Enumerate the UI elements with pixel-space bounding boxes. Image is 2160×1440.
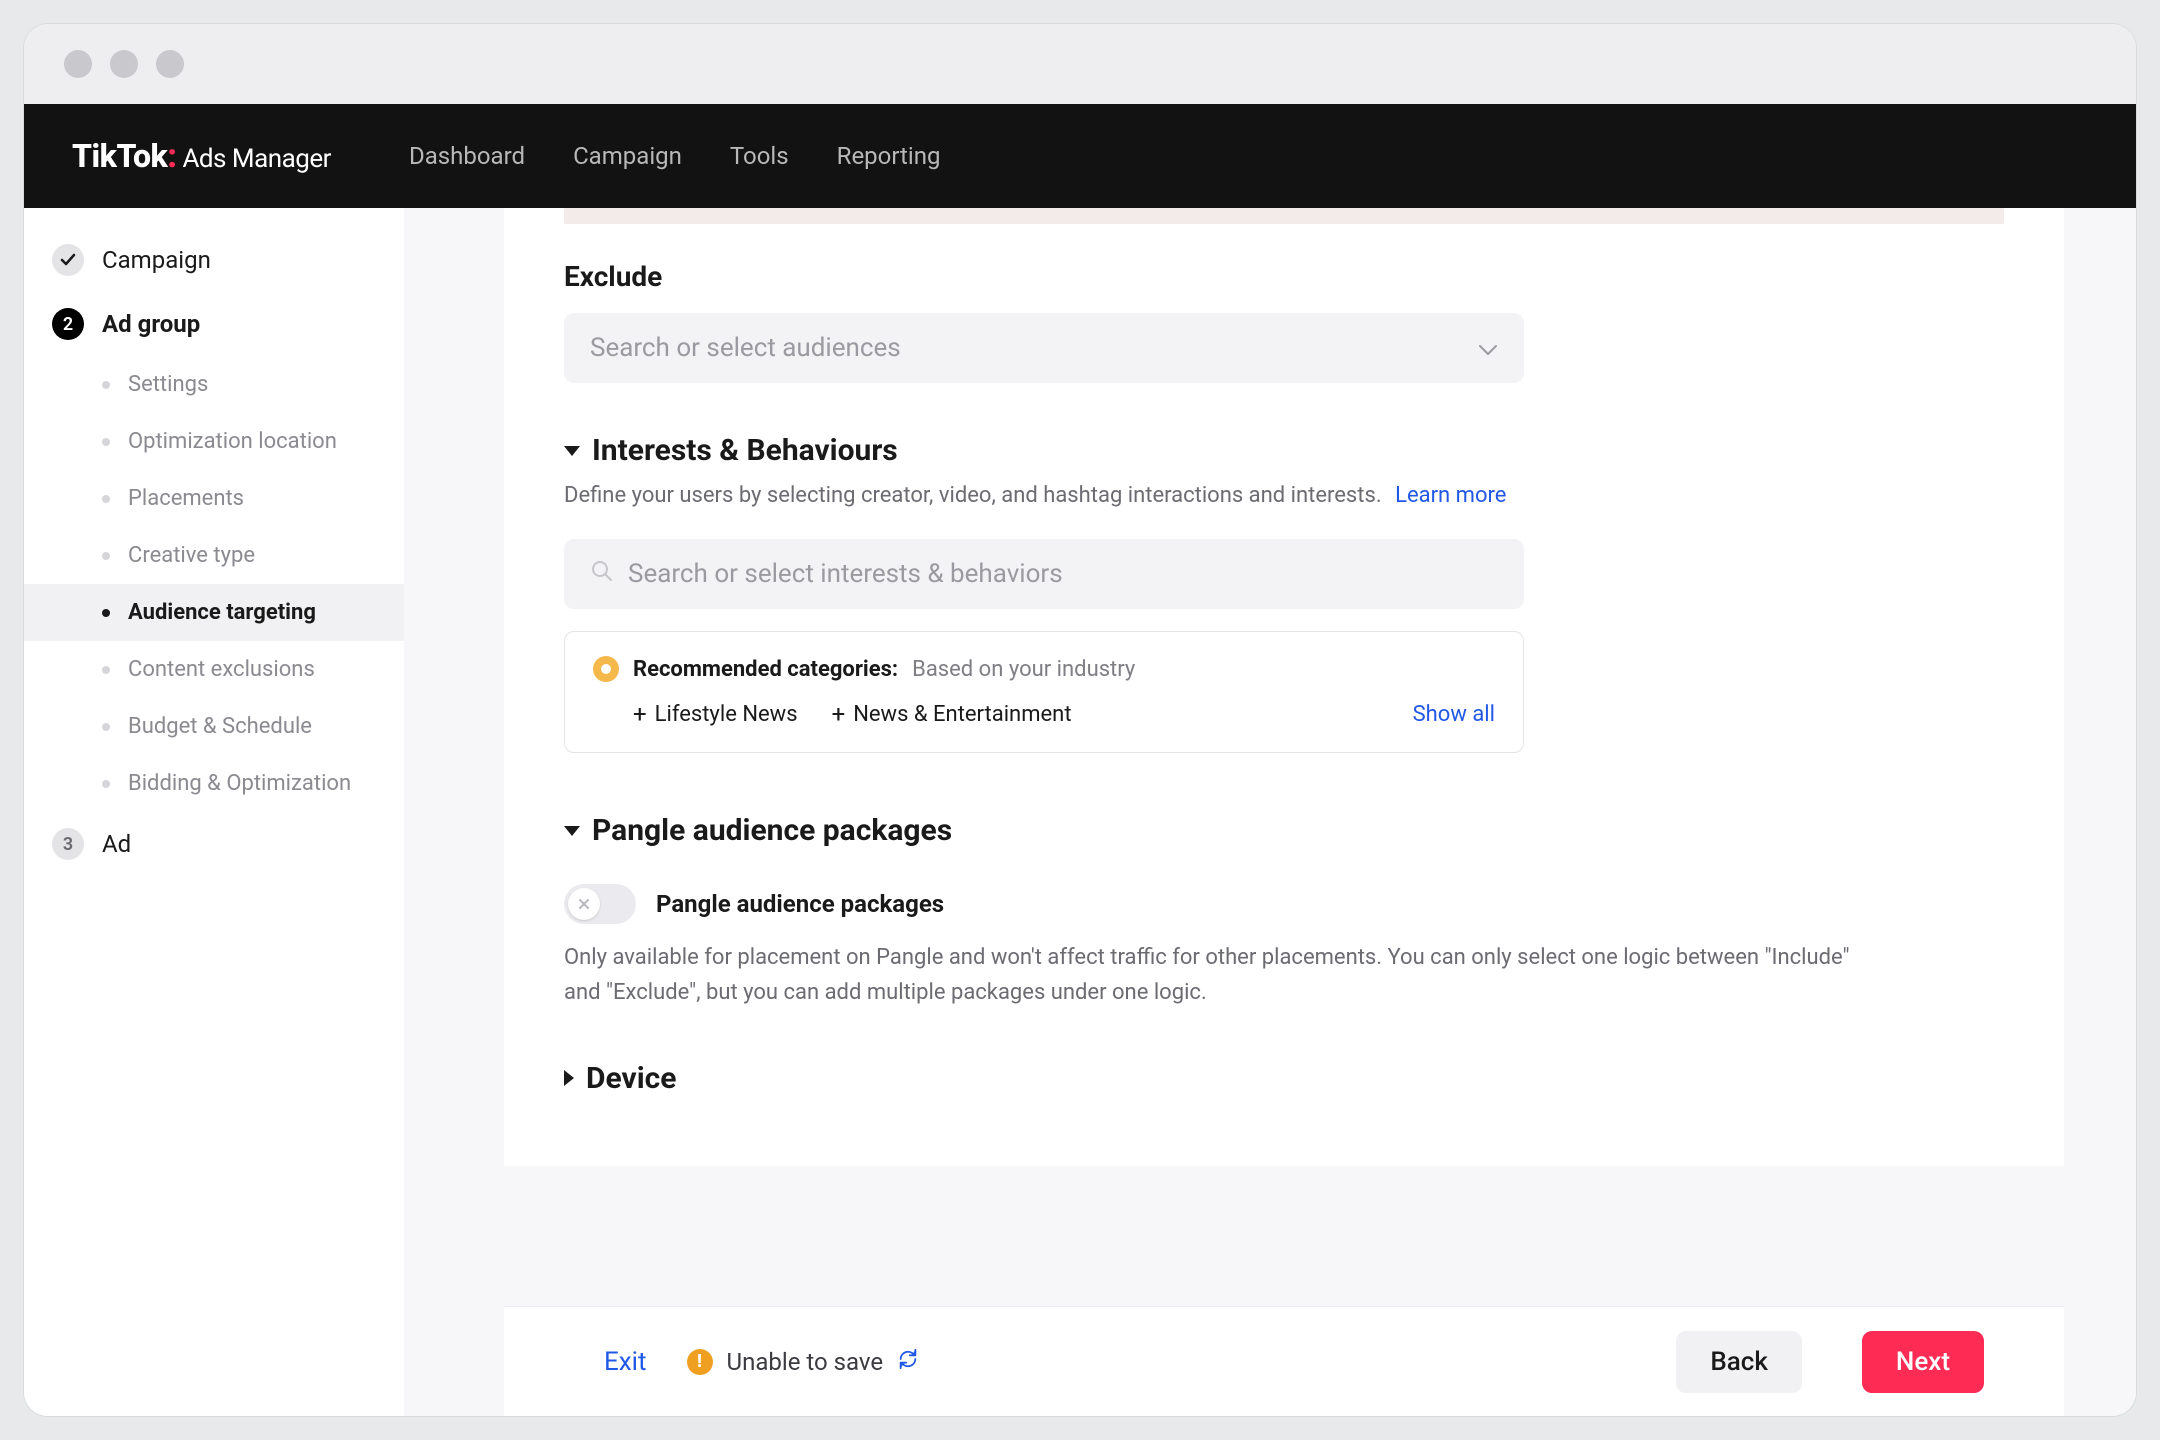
nav-tools[interactable]: Tools bbox=[730, 142, 789, 170]
bullet-icon bbox=[102, 666, 110, 674]
step-number-icon: 3 bbox=[52, 828, 84, 860]
recommended-label: Recommended categories: bbox=[633, 657, 898, 682]
form-footer: Exit ! Unable to save Back Next bbox=[504, 1306, 2064, 1416]
category-chip-lifestyle-news[interactable]: + Lifestyle News bbox=[633, 700, 798, 728]
traffic-light-close[interactable] bbox=[64, 50, 92, 78]
pangle-description: Only available for placement on Pangle a… bbox=[564, 940, 1884, 1010]
pangle-toggle-row: Pangle audience packages bbox=[564, 884, 2004, 924]
sidebar-item-audience-targeting[interactable]: Audience targeting bbox=[24, 584, 404, 641]
prev-section-edge bbox=[564, 208, 2004, 224]
recommended-sublabel: Based on your industry bbox=[912, 657, 1135, 682]
status-text: Unable to save bbox=[727, 1348, 884, 1376]
step-campaign-label: Campaign bbox=[102, 246, 211, 274]
exclude-label: Exclude bbox=[564, 260, 2004, 293]
sidebar-item-label: Placements bbox=[128, 486, 244, 511]
exit-link[interactable]: Exit bbox=[604, 1347, 647, 1377]
bullet-icon bbox=[102, 609, 110, 617]
sidebar-item-label: Budget & Schedule bbox=[128, 714, 312, 739]
close-icon bbox=[577, 897, 591, 911]
back-button[interactable]: Back bbox=[1676, 1331, 1802, 1393]
chevron-down-icon bbox=[1478, 333, 1498, 363]
device-title: Device bbox=[586, 1061, 676, 1096]
sidebar-item-creative-type[interactable]: Creative type bbox=[24, 527, 404, 584]
sidebar-item-label: Bidding & Optimization bbox=[128, 771, 351, 796]
bullet-icon bbox=[102, 723, 110, 731]
step-ad-label: Ad bbox=[102, 830, 131, 858]
refresh-button[interactable] bbox=[897, 1348, 919, 1376]
bullet-icon bbox=[102, 552, 110, 560]
sidebar-item-content-exclusions[interactable]: Content exclusions bbox=[24, 641, 404, 698]
top-nav: Dashboard Campaign Tools Reporting bbox=[409, 142, 941, 170]
search-placeholder: Search or select interests & behaviors bbox=[628, 559, 1063, 589]
learn-more-link[interactable]: Learn more bbox=[1395, 483, 1506, 508]
interests-title: Interests & Behaviours bbox=[592, 433, 898, 468]
sidebar-item-bidding-optimization[interactable]: Bidding & Optimization bbox=[24, 755, 404, 812]
app-header: TikTok: Ads Manager Dashboard Campaign T… bbox=[24, 104, 2136, 208]
brand-colon: : bbox=[167, 137, 176, 175]
pangle-toggle[interactable] bbox=[564, 884, 636, 924]
check-icon bbox=[52, 244, 84, 276]
caret-down-icon bbox=[564, 826, 580, 836]
chip-label: Lifestyle News bbox=[655, 702, 798, 727]
app-body: Campaign 2 Ad group Settings Optimizatio… bbox=[24, 208, 2136, 1416]
pangle-toggle-label: Pangle audience packages bbox=[656, 890, 944, 918]
sidebar: Campaign 2 Ad group Settings Optimizatio… bbox=[24, 208, 404, 1416]
caret-down-icon bbox=[564, 446, 580, 456]
step-ad[interactable]: 3 Ad bbox=[24, 812, 404, 876]
sidebar-item-optimization-location[interactable]: Optimization location bbox=[24, 413, 404, 470]
toggle-knob bbox=[568, 888, 600, 920]
bullet-icon bbox=[102, 495, 110, 503]
form-card: Exclude Search or select audiences Inter… bbox=[504, 208, 2064, 1166]
bullet-icon bbox=[102, 780, 110, 788]
search-icon bbox=[590, 559, 614, 590]
bullet-icon bbox=[102, 438, 110, 446]
sidebar-item-label: Creative type bbox=[128, 543, 255, 568]
pangle-title: Pangle audience packages bbox=[592, 813, 952, 848]
select-placeholder: Search or select audiences bbox=[590, 333, 901, 363]
sidebar-item-placements[interactable]: Placements bbox=[24, 470, 404, 527]
traffic-light-minimize[interactable] bbox=[110, 50, 138, 78]
sidebar-item-label: Audience targeting bbox=[128, 600, 316, 625]
brand-name: TikTok bbox=[72, 137, 167, 175]
lightbulb-icon bbox=[593, 656, 619, 682]
main-column: Exclude Search or select audiences Inter… bbox=[404, 208, 2136, 1416]
app-window: TikTok: Ads Manager Dashboard Campaign T… bbox=[24, 24, 2136, 1416]
sidebar-item-budget-schedule[interactable]: Budget & Schedule bbox=[24, 698, 404, 755]
traffic-light-zoom[interactable] bbox=[156, 50, 184, 78]
chip-label: News & Entertainment bbox=[853, 702, 1071, 727]
save-status: ! Unable to save bbox=[687, 1348, 920, 1376]
step-adgroup[interactable]: 2 Ad group bbox=[24, 292, 404, 356]
step-adgroup-label: Ad group bbox=[102, 310, 200, 338]
brand-suffix: Ads Manager bbox=[182, 144, 331, 174]
sidebar-item-settings[interactable]: Settings bbox=[24, 356, 404, 413]
window-titlebar bbox=[24, 24, 2136, 104]
interests-description: Define your users by selecting creator, … bbox=[564, 478, 2004, 513]
next-button[interactable]: Next bbox=[1862, 1331, 1984, 1393]
interests-section-header[interactable]: Interests & Behaviours bbox=[564, 433, 2004, 468]
recommended-header: Recommended categories: Based on your in… bbox=[593, 656, 1495, 682]
nav-reporting[interactable]: Reporting bbox=[837, 142, 941, 170]
plus-icon: + bbox=[633, 700, 647, 728]
device-section-header[interactable]: Device bbox=[564, 1061, 2004, 1096]
bullet-icon bbox=[102, 381, 110, 389]
nav-dashboard[interactable]: Dashboard bbox=[409, 142, 525, 170]
nav-campaign[interactable]: Campaign bbox=[573, 142, 682, 170]
brand-logo: TikTok: Ads Manager bbox=[72, 137, 331, 175]
caret-right-icon bbox=[564, 1070, 574, 1086]
show-all-link[interactable]: Show all bbox=[1413, 702, 1495, 727]
recommended-chips-row: + Lifestyle News + News & Entertainment Sh… bbox=[593, 700, 1495, 728]
sidebar-item-label: Settings bbox=[128, 372, 208, 397]
warning-icon: ! bbox=[687, 1349, 713, 1375]
interests-search-input[interactable]: Search or select interests & behaviors bbox=[564, 539, 1524, 609]
sidebar-item-label: Content exclusions bbox=[128, 657, 315, 682]
pangle-section-header[interactable]: Pangle audience packages bbox=[564, 813, 2004, 848]
step-number-icon: 2 bbox=[52, 308, 84, 340]
sidebar-item-label: Optimization location bbox=[128, 429, 337, 454]
exclude-audiences-select[interactable]: Search or select audiences bbox=[564, 313, 1524, 383]
recommended-categories-panel: Recommended categories: Based on your in… bbox=[564, 631, 1524, 753]
category-chip-news-entertainment[interactable]: + News & Entertainment bbox=[832, 700, 1072, 728]
step-campaign[interactable]: Campaign bbox=[24, 228, 404, 292]
content-scroll[interactable]: Exclude Search or select audiences Inter… bbox=[404, 208, 2136, 1306]
plus-icon: + bbox=[832, 700, 846, 728]
